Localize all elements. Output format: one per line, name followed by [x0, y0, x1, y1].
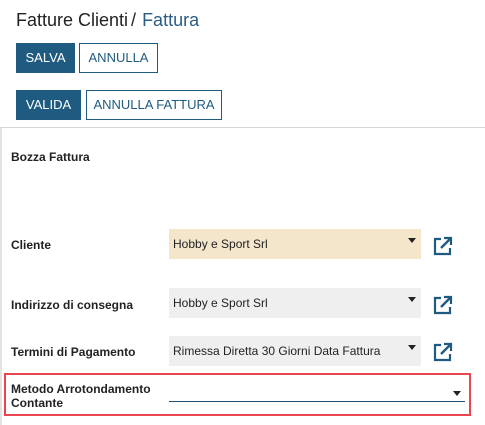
termini-value: Rimessa Diretta 30 Giorni Data Fattura — [173, 344, 381, 358]
metodo-label-line1: Metodo Arrotondamento — [11, 382, 151, 396]
chevron-down-icon — [408, 297, 416, 302]
cancel-invoice-button[interactable]: ANNULLA FATTURA — [86, 90, 222, 120]
breadcrumb-separator: / — [131, 10, 137, 30]
external-link-icon[interactable] — [432, 341, 454, 363]
chevron-down-icon — [408, 345, 416, 350]
termini-select[interactable]: Rimessa Diretta 30 Giorni Data Fattura — [169, 336, 421, 366]
toolbar-divider — [0, 127, 485, 128]
cliente-value: Hobby e Sport Srl — [173, 237, 268, 251]
chevron-down-icon — [453, 391, 461, 396]
external-link-icon[interactable] — [432, 294, 454, 316]
indirizzo-select[interactable]: Hobby e Sport Srl — [169, 288, 421, 318]
metodo-label: Metodo Arrotondamento Contante — [11, 382, 151, 410]
chevron-down-icon — [408, 238, 416, 243]
external-link-icon[interactable] — [432, 235, 454, 257]
breadcrumb-current: Fattura — [142, 10, 200, 30]
form-left-border — [0, 128, 2, 425]
metodo-label-line2: Contante — [11, 396, 63, 410]
indirizzo-value: Hobby e Sport Srl — [173, 296, 268, 310]
cliente-label: Cliente — [11, 238, 52, 252]
metodo-select[interactable] — [169, 385, 465, 402]
breadcrumb: Fatture Clienti / Fattura — [16, 10, 199, 31]
cliente-select[interactable]: Hobby e Sport Srl — [169, 229, 421, 259]
breadcrumb-parent[interactable]: Fatture Clienti — [16, 10, 128, 30]
save-button[interactable]: SALVA — [16, 43, 75, 73]
indirizzo-label: Indirizzo di consegna — [11, 298, 134, 312]
termini-label: Termini di Pagamento — [11, 345, 136, 359]
validate-button[interactable]: VALIDA — [16, 90, 81, 120]
cancel-button[interactable]: ANNULLA — [79, 43, 158, 73]
form-section-title: Bozza Fattura — [11, 150, 90, 164]
